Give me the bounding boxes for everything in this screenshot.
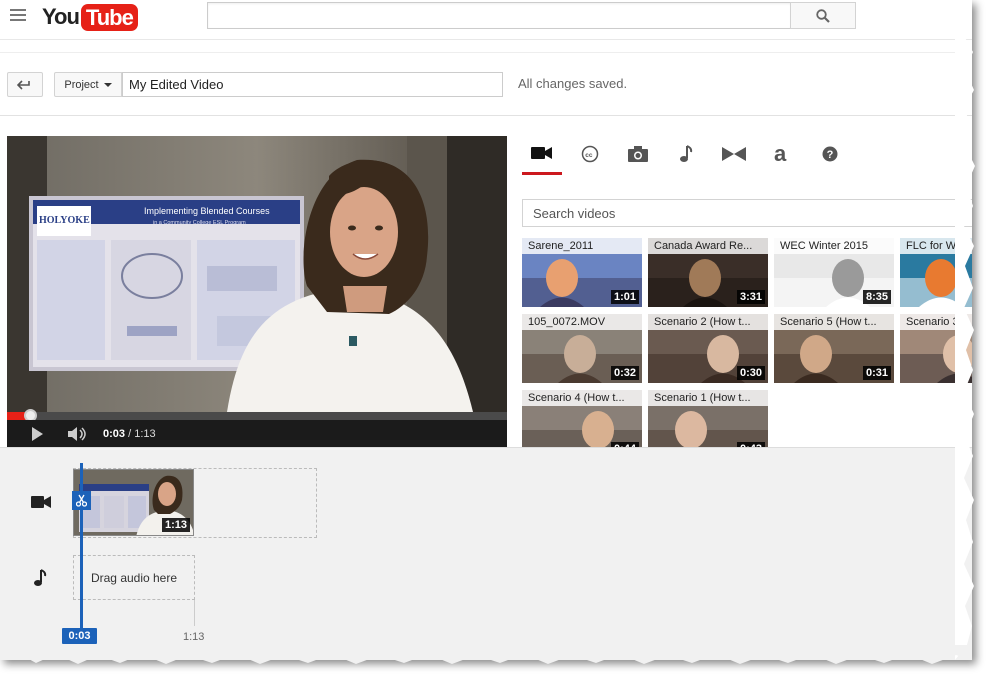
poster-subheading-text: in a Community College ESL Program bbox=[153, 220, 246, 226]
help-icon: ? bbox=[822, 146, 838, 165]
editor-window: YouTube Project All changes saved. bbox=[0, 0, 972, 660]
video-camera-icon bbox=[531, 145, 553, 164]
video-thumbnail-title: Scenario 1 (How t... bbox=[648, 390, 768, 406]
current-time: 0:03 bbox=[103, 427, 126, 440]
video-thumbnail-title: Canada Award Re... bbox=[648, 238, 768, 254]
audio-drop-label: Drag audio here bbox=[90, 570, 178, 585]
time-separator: / bbox=[125, 427, 135, 440]
split-clip-button[interactable] bbox=[72, 491, 91, 510]
timeline-end-marker bbox=[194, 600, 195, 626]
video-thumbnail[interactable]: Scenario 2 (How t... 0:30 bbox=[648, 314, 768, 383]
play-icon[interactable] bbox=[29, 426, 45, 442]
video-thumbnail-title: Sarene_2011 bbox=[522, 238, 642, 254]
video-duration-badge: 8:35 bbox=[862, 290, 891, 304]
masthead: You Tube bbox=[0, 0, 972, 40]
video-thumbnail-title: 105_0072.MOV bbox=[522, 314, 642, 330]
volume-icon[interactable] bbox=[67, 426, 89, 442]
logo-you-text: You bbox=[42, 4, 80, 29]
tab-help[interactable]: ? bbox=[810, 136, 850, 174]
tab-music-note[interactable] bbox=[666, 136, 706, 174]
save-status-text: All changes saved. bbox=[518, 76, 628, 91]
player-controls: 0:03 / 1:13 bbox=[7, 420, 507, 447]
site-search-input[interactable] bbox=[207, 2, 791, 29]
video-thumbnail-title: Scenario 2 (How t... bbox=[648, 314, 768, 330]
search-icon bbox=[816, 8, 830, 23]
tab-transitions[interactable] bbox=[714, 136, 754, 174]
svg-text:cc: cc bbox=[585, 151, 593, 158]
clip-duration-badge: 1:13 bbox=[161, 518, 190, 532]
tab-photo-camera[interactable] bbox=[618, 136, 658, 174]
timeline-clip[interactable]: 1:13 bbox=[73, 469, 194, 536]
video-thumbnail[interactable]: Scenario 5 (How t... 0:31 bbox=[774, 314, 894, 383]
video-thumbnail[interactable]: 105_0072.MOV 0:32 bbox=[522, 314, 642, 383]
music-note-icon bbox=[679, 144, 693, 166]
video-thumbnail[interactable]: Scenario 1 (How t...0:43 bbox=[648, 390, 768, 448]
video-duration-badge: 3:31 bbox=[736, 290, 765, 304]
video-thumbnail-grid: Sarene_2011 1:01 Canada Award Re... 3:31 WEC… bbox=[522, 238, 972, 448]
tab-closed-captions[interactable]: cc bbox=[570, 136, 610, 174]
transitions-icon bbox=[722, 146, 746, 164]
timeline-end-time: 1:13 bbox=[183, 631, 205, 643]
video-frame[interactable]: HOLYOKE Implementing Blended Courses in … bbox=[7, 136, 507, 412]
tab-video-camera[interactable] bbox=[522, 136, 562, 175]
poster-logo-text: HOLYOKE bbox=[39, 215, 90, 226]
video-duration-badge: 0:31 bbox=[862, 366, 891, 380]
progress-bar[interactable] bbox=[7, 409, 507, 422]
logo-tube-text: Tube bbox=[80, 3, 138, 31]
timeline: 1:13 Drag audio here 1:13 0:03 bbox=[0, 447, 972, 660]
video-thumbnail[interactable]: Scenario 4 (How t...0:44 bbox=[522, 390, 642, 448]
video-camera-icon bbox=[31, 496, 51, 508]
youtube-logo[interactable]: You Tube bbox=[42, 3, 138, 31]
chevron-down-icon bbox=[103, 82, 112, 87]
torn-edge-bottom bbox=[0, 645, 972, 664]
project-title-input[interactable] bbox=[122, 72, 503, 97]
scissors-icon bbox=[76, 494, 87, 507]
torn-edge-right bbox=[955, 0, 975, 660]
video-duration-badge: 0:32 bbox=[610, 366, 639, 380]
media-tabs: cc a? bbox=[522, 136, 972, 176]
audio-drop-zone[interactable]: Drag audio here bbox=[73, 555, 195, 600]
editor-toolbar: Project All changes saved. bbox=[0, 52, 972, 116]
playhead-time-badge: 0:03 bbox=[62, 628, 97, 644]
svg-text:a: a bbox=[774, 144, 787, 164]
video-player[interactable]: HOLYOKE Implementing Blended Courses in … bbox=[7, 136, 507, 447]
playhead-line[interactable] bbox=[80, 463, 83, 631]
closed-captions-icon: cc bbox=[581, 145, 599, 166]
video-thumbnail[interactable]: Sarene_2011 1:01 bbox=[522, 238, 642, 307]
search-videos-input[interactable] bbox=[522, 199, 972, 227]
duration-time: 1:13 bbox=[134, 427, 156, 440]
video-thumbnail-title: WEC Winter 2015 bbox=[774, 238, 894, 254]
video-still-image: HOLYOKE Implementing Blended Courses in … bbox=[7, 136, 507, 412]
back-button[interactable] bbox=[7, 72, 43, 97]
project-menu-button[interactable]: Project bbox=[54, 72, 122, 97]
project-menu-label: Project bbox=[64, 78, 99, 91]
video-thumbnail-title: Scenario 5 (How t... bbox=[774, 314, 894, 330]
music-note-icon bbox=[34, 569, 47, 586]
photo-camera-icon bbox=[628, 145, 648, 165]
tab-text[interactable]: a bbox=[762, 136, 802, 174]
search-button[interactable] bbox=[790, 2, 856, 29]
video-duration-badge: 0:30 bbox=[736, 366, 765, 380]
poster-heading-text: Implementing Blended Courses bbox=[144, 206, 270, 216]
video-thumbnail[interactable]: WEC Winter 2015 8:35 bbox=[774, 238, 894, 307]
svg-text:?: ? bbox=[827, 149, 834, 161]
video-thumbnail-title: Scenario 4 (How t... bbox=[522, 390, 642, 406]
text-icon: a bbox=[773, 141, 791, 167]
back-arrow-icon bbox=[17, 79, 30, 90]
hamburger-menu-icon[interactable] bbox=[10, 9, 26, 23]
time-readout: 0:03 / 1:13 bbox=[103, 428, 156, 440]
video-duration-badge: 1:01 bbox=[610, 290, 639, 304]
video-thumbnail[interactable]: Canada Award Re... 3:31 bbox=[648, 238, 768, 307]
